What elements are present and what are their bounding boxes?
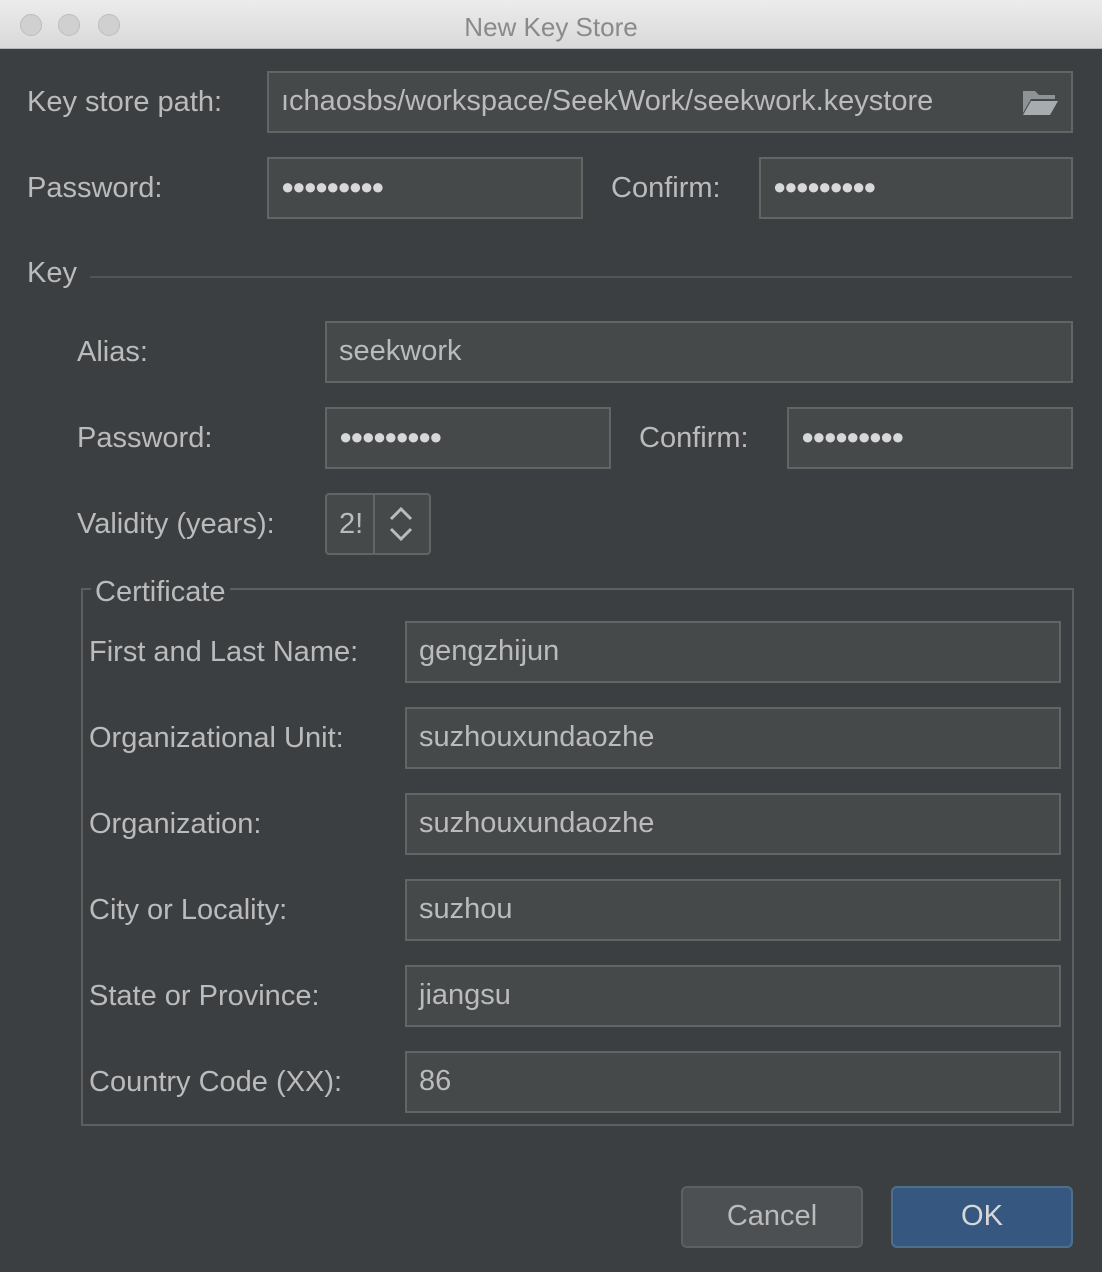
key-password-label: Password: <box>77 422 213 454</box>
alias-input[interactable]: seekwork <box>325 321 1073 383</box>
triangle-down-icon[interactable] <box>389 527 413 541</box>
window-title: New Key Store <box>464 12 638 42</box>
organization-label: Organization: <box>89 808 262 840</box>
validity-label: Validity (years): <box>77 508 275 540</box>
cancel-button[interactable]: Cancel <box>681 1186 863 1248</box>
keystore-path-label: Key store path: <box>27 86 223 118</box>
keystore-password-label: Password: <box>27 172 163 204</box>
city-label: City or Locality: <box>89 894 288 926</box>
title-bar: New Key Store <box>0 0 1102 49</box>
keystore-path-value: ıchaosbs/workspace/SeekWork/seekwork.key… <box>281 85 934 117</box>
folder-icon[interactable] <box>1021 87 1059 117</box>
name-label: First and Last Name: <box>89 636 359 668</box>
org-unit-label: Organizational Unit: <box>89 722 344 754</box>
organization-input[interactable]: suzhouxundaozhe <box>405 793 1061 855</box>
certificate-legend: Certificate <box>91 575 230 609</box>
org-unit-input[interactable]: suzhouxundaozhe <box>405 707 1061 769</box>
key-section-separator <box>90 276 1072 278</box>
spinner-divider <box>373 495 375 553</box>
key-confirm-label: Confirm: <box>639 422 749 454</box>
ok-button[interactable]: OK <box>891 1186 1073 1248</box>
key-confirm-input[interactable]: ●●●●●●●●● <box>787 407 1073 469</box>
city-input[interactable]: suzhou <box>405 879 1061 941</box>
keystore-path-input[interactable]: ıchaosbs/workspace/SeekWork/seekwork.key… <box>267 71 1073 133</box>
keystore-confirm-input[interactable]: ●●●●●●●●● <box>759 157 1073 219</box>
state-label: State or Province: <box>89 980 320 1012</box>
validity-value: 2! <box>339 508 364 540</box>
keystore-password-input[interactable]: ●●●●●●●●● <box>267 157 583 219</box>
keystore-confirm-label: Confirm: <box>611 172 721 204</box>
key-section-label: Key <box>27 257 77 289</box>
country-code-label: Country Code (XX): <box>89 1066 343 1098</box>
state-input[interactable]: jiangsu <box>405 965 1061 1027</box>
triangle-up-icon[interactable] <box>389 507 413 521</box>
name-input[interactable]: gengzhijun <box>405 621 1061 683</box>
key-password-input[interactable]: ●●●●●●●●● <box>325 407 611 469</box>
country-code-input[interactable]: 86 <box>405 1051 1061 1113</box>
validity-spinner[interactable]: 2! <box>325 493 431 555</box>
alias-label: Alias: <box>77 336 148 368</box>
